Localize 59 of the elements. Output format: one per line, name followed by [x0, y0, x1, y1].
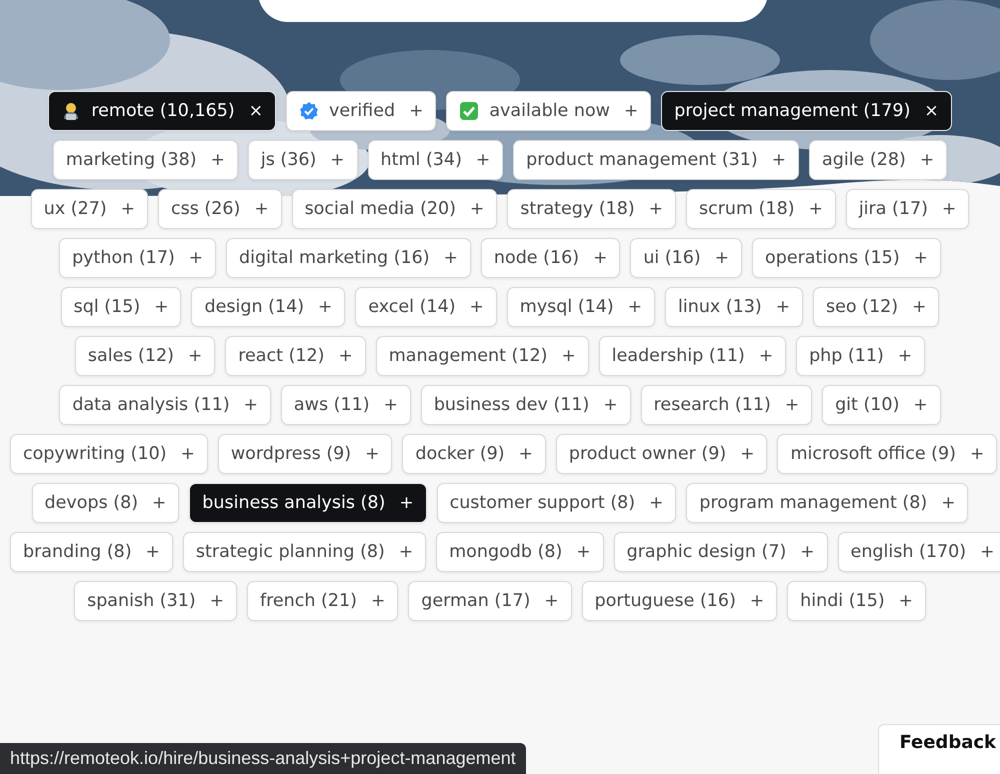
tag-button[interactable]: linux (13) +	[665, 287, 804, 327]
tag-button[interactable]: social media (20) +	[292, 189, 498, 229]
tag-button[interactable]: devops (8) +	[32, 483, 180, 523]
tag-button[interactable]: verified +	[286, 91, 436, 131]
tag-button[interactable]: portuguese (16) +	[582, 581, 778, 621]
tag-button[interactable]: design (14) +	[191, 287, 346, 327]
tag-button[interactable]: operations (15) +	[752, 238, 941, 278]
tag-button[interactable]: product owner (9) +	[556, 434, 768, 474]
tag-button[interactable]: data analysis (11) +	[59, 385, 271, 425]
tag-button[interactable]: branding (8) +	[10, 532, 173, 572]
tag-button[interactable]: microsoft office (9) +	[777, 434, 998, 474]
tag-button[interactable]: php (11) +	[796, 336, 926, 376]
status-url: https://remoteok.io/hire/business-analysis+project-management	[0, 743, 526, 774]
tag-button[interactable]: ui (16) +	[630, 238, 742, 278]
tag-button[interactable]: sql (15) +	[60, 287, 182, 327]
tag-button[interactable]: german (17) +	[408, 581, 572, 621]
tag-button[interactable]: js (36) +	[248, 140, 358, 180]
tag-button[interactable]: hindi (15) +	[787, 581, 926, 621]
tag-button[interactable]: available now +	[446, 91, 652, 131]
tag-button[interactable]: wordpress (9) +	[218, 434, 392, 474]
tag-button[interactable]: docker (9) +	[402, 434, 546, 474]
tag-button[interactable]: jira (17) +	[846, 189, 970, 229]
tag-button[interactable]: business analysis (8) +	[189, 483, 427, 523]
tag-button[interactable]: excel (14) +	[355, 287, 497, 327]
tag-button[interactable]: leadership (11) +	[598, 336, 786, 376]
tag-button[interactable]: remote (10,165) ×	[48, 91, 276, 131]
tag-button[interactable]: agile (28) +	[809, 140, 948, 180]
tag-button[interactable]: business dev (11) +	[420, 385, 631, 425]
tag-button[interactable]: strategy (18) +	[507, 189, 676, 229]
tag-button[interactable]: graphic design (7) +	[614, 532, 828, 572]
tag-button[interactable]: digital marketing (16) +	[226, 238, 471, 278]
tag-button[interactable]: customer support (8) +	[436, 483, 676, 523]
tag-button[interactable]: english (170) +	[838, 532, 1000, 572]
tag-button[interactable]: copywriting (10) +	[10, 434, 208, 474]
tag-button[interactable]: html (34) +	[368, 140, 504, 180]
tag-button[interactable]: marketing (38) +	[52, 140, 238, 180]
tag-button[interactable]: aws (11) +	[280, 385, 411, 425]
tag-button[interactable]: product management (31) +	[513, 140, 799, 180]
tag-button[interactable]: program management (8) +	[686, 483, 968, 523]
tag-button[interactable]: sales (12) +	[74, 336, 216, 376]
tag-button[interactable]: strategic planning (8) +	[182, 532, 426, 572]
tag-button[interactable]: node (16) +	[480, 238, 620, 278]
tag-button[interactable]: french (21) +	[246, 581, 398, 621]
feedback-button[interactable]: Feedback	[878, 724, 1000, 774]
tag-button[interactable]: research (11) +	[640, 385, 812, 425]
tag-button[interactable]: python (17) +	[59, 238, 216, 278]
tag-button[interactable]: spanish (31) +	[74, 581, 237, 621]
tag-button[interactable]: git (10) +	[822, 385, 941, 425]
tag-button[interactable]: css (26) +	[158, 189, 282, 229]
tag-button[interactable]: project management (179) ×	[661, 91, 952, 131]
tag-button[interactable]: seo (12) +	[813, 287, 940, 327]
tag-button[interactable]: ux (27) +	[30, 189, 148, 229]
tag-button[interactable]: scrum (18) +	[686, 189, 836, 229]
verified-badge-icon	[299, 101, 319, 121]
checkmark-icon	[459, 101, 480, 121]
tag-button[interactable]: react (12) +	[225, 336, 366, 376]
tag-button[interactable]: mongodb (8) +	[436, 532, 604, 572]
tag-button[interactable]: management (12) +	[376, 336, 589, 376]
tag-button[interactable]: mysql (14) +	[506, 287, 656, 327]
